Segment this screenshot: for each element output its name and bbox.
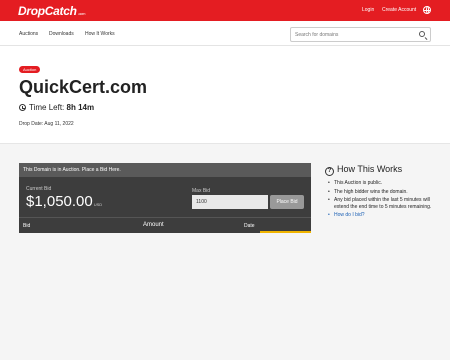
- search-box[interactable]: Search for domains: [290, 27, 431, 42]
- how-it-works-title: ? How This Works: [325, 164, 402, 176]
- create-account-link[interactable]: Create Account: [382, 7, 416, 13]
- auction-header: Auction QuickCert.com Time Left: 8h 14m …: [0, 46, 450, 144]
- max-bid-input[interactable]: [192, 195, 268, 209]
- list-item: Any bid placed within the last 5 minutes…: [328, 197, 438, 210]
- time-left: Time Left: 8h 14m: [19, 103, 94, 112]
- max-bid-label: Max Bid: [192, 188, 211, 194]
- nav-auctions[interactable]: Auctions: [19, 31, 38, 37]
- globe-icon[interactable]: [423, 6, 431, 14]
- question-icon: ?: [325, 167, 334, 176]
- search-icon[interactable]: [419, 31, 425, 37]
- bid-status-text: This Domain is in Auction. Place a Bid H…: [19, 163, 311, 177]
- how-it-works-list: This Auction is public. The high bidder …: [328, 180, 438, 221]
- status-badge: Auction: [19, 66, 41, 73]
- search-input[interactable]: Search for domains: [295, 32, 338, 38]
- current-bid-label: Current Bid: [26, 186, 52, 192]
- drop-date: Drop Date: Aug 11, 2022: [19, 121, 74, 127]
- list-item: This Auction is public.: [328, 180, 438, 187]
- place-bid-button[interactable]: Place Bid: [270, 195, 304, 209]
- login-link[interactable]: Login: [362, 7, 374, 13]
- clock-icon: [19, 104, 26, 111]
- column-amount[interactable]: Amount: [143, 222, 164, 228]
- nav-bar: Auctions Downloads How It Works Search f…: [0, 21, 450, 46]
- page-title: QuickCert.com: [19, 77, 148, 97]
- column-bid[interactable]: Bid: [23, 223, 30, 229]
- current-bid-amount: $1,050.00USD: [26, 193, 103, 210]
- column-date[interactable]: Date: [244, 223, 255, 229]
- how-do-i-bid-link[interactable]: How do I bid?: [328, 212, 438, 219]
- sort-indicator: [260, 231, 311, 233]
- nav-downloads[interactable]: Downloads: [49, 31, 74, 37]
- nav-how-it-works[interactable]: How It Works: [85, 31, 115, 37]
- logo[interactable]: DropCatch.com: [18, 4, 85, 18]
- list-item: The high bidder wins the domain.: [328, 189, 438, 196]
- top-header: DropCatch.com Login Create Account: [0, 0, 450, 21]
